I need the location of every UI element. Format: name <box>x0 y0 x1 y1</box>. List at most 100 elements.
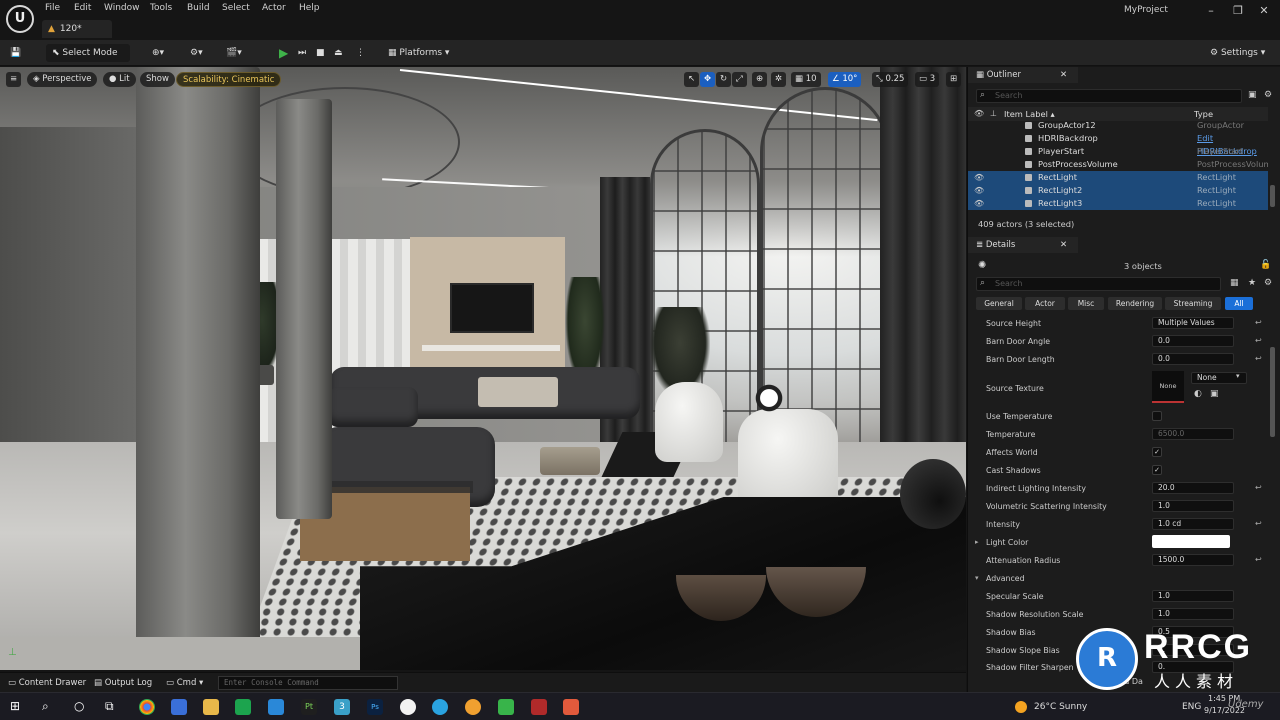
outliner-row[interactable]: PlayerStart PlayerStart <box>968 145 1268 158</box>
more-options-icon[interactable]: ⋮ <box>356 44 365 62</box>
app-icon[interactable] <box>498 699 514 715</box>
grid-snap-button[interactable]: ▦ 10 <box>791 72 821 87</box>
app-icon[interactable] <box>171 699 187 715</box>
chrome-icon[interactable] <box>139 699 155 715</box>
perspective-button[interactable]: ◈ Perspective <box>27 72 98 87</box>
task-view-icon[interactable]: ⧉ <box>105 699 114 714</box>
light-gizmo-icon[interactable] <box>745 382 793 414</box>
telegram-icon[interactable] <box>432 699 448 715</box>
lock-icon[interactable]: 🔓 <box>1260 260 1271 270</box>
light-color-swatch[interactable] <box>1152 535 1230 548</box>
expand-arrow-icon[interactable]: ▸ <box>975 538 979 546</box>
menu-tools[interactable]: Tools <box>150 3 172 13</box>
lit-button[interactable]: ● Lit <box>103 72 136 87</box>
level-tab[interactable]: ▲ 120* <box>42 20 112 38</box>
outliner-row[interactable]: 👁 RectLight3 RectLight <box>968 197 1268 210</box>
scalability-badge[interactable]: Scalability: Cinematic <box>176 72 282 87</box>
show-button[interactable]: Show <box>140 72 175 87</box>
barn-door-length-field[interactable]: 0.0 <box>1152 353 1234 365</box>
stop-icon[interactable]: ■ <box>316 44 325 62</box>
level-viewport[interactable]: ⊥ ≡ ◈ Perspective ● Lit Show Scalability… <box>0 67 966 670</box>
shadow-resolution-field[interactable]: 1.0 <box>1152 608 1234 620</box>
camera-speed-button[interactable]: ▭ 3 <box>915 72 940 87</box>
scale-snap-button[interactable]: ⤡ 0.25 <box>872 72 909 87</box>
menu-edit[interactable]: Edit <box>74 3 91 13</box>
category-all[interactable]: All <box>1225 297 1253 310</box>
menu-actor[interactable]: Actor <box>262 3 286 13</box>
eye-icon[interactable]: 👁 <box>974 197 984 210</box>
outliner-row[interactable]: HDRIBackdrop Edit HDRIBackdrop <box>968 132 1268 156</box>
category-streaming[interactable]: Streaming <box>1165 297 1221 310</box>
unreal-logo-icon[interactable]: U <box>6 5 34 33</box>
app-icon[interactable] <box>268 699 284 715</box>
outliner-row[interactable]: 👁 RectLight RectLight <box>968 171 1268 184</box>
select-mode-button[interactable]: ⬉ Select Mode ▾ <box>46 44 130 76</box>
use-temperature-checkbox[interactable] <box>1152 411 1162 421</box>
reset-icon[interactable]: ↩ <box>1255 483 1262 492</box>
minimize-icon[interactable]: – <box>1201 4 1221 17</box>
cmd-button[interactable]: ▭ Cmd ▾ <box>166 678 203 688</box>
outliner-row[interactable]: GroupActor12 GroupActor <box>968 121 1268 132</box>
category-general[interactable]: General <box>976 297 1022 310</box>
menu-window[interactable]: Window <box>104 3 140 13</box>
blueprint-icon[interactable]: ⚙▾ <box>190 44 203 62</box>
tab-details[interactable]: ≣ Details ✕ <box>968 237 1078 253</box>
step-icon[interactable]: ⏭ <box>298 44 306 62</box>
menu-select[interactable]: Select <box>222 3 250 13</box>
cast-shadows-checkbox[interactable]: ✓ <box>1152 465 1162 475</box>
camtasia-icon[interactable] <box>235 699 251 715</box>
reset-icon[interactable]: ↩ <box>1255 354 1262 363</box>
source-height-field[interactable]: Multiple Values <box>1152 317 1234 329</box>
app-icon[interactable] <box>563 699 579 715</box>
close-icon[interactable]: ✕ <box>1254 4 1274 17</box>
folder-icon[interactable]: ▣ <box>1248 90 1257 100</box>
details-scrollbar[interactable] <box>1270 347 1275 437</box>
category-actor[interactable]: Actor <box>1025 297 1065 310</box>
texture-thumbnail[interactable]: None <box>1152 371 1184 403</box>
intensity-field[interactable]: 1.0 cd <box>1152 518 1234 530</box>
gear-icon[interactable]: ⚙ <box>1264 90 1272 100</box>
outliner-row[interactable]: PostProcessVolume PostProcessVolum <box>968 158 1268 171</box>
outliner-row[interactable]: 👁 RectLight2 RectLight <box>968 184 1268 197</box>
cinematics-icon[interactable]: 🎬▾ <box>226 44 242 62</box>
scale-tool-icon[interactable]: ⤢ <box>732 72 747 87</box>
reset-icon[interactable]: ↩ <box>1255 318 1262 327</box>
unreal-engine-icon[interactable] <box>400 699 416 715</box>
eject-icon[interactable]: ⏏ <box>334 44 343 62</box>
language-indicator[interactable]: ENG <box>1182 702 1201 712</box>
photoshop-icon[interactable]: Ps <box>367 699 383 715</box>
content-drawer-button[interactable]: ▭ Content Drawer <box>8 678 86 688</box>
menu-file[interactable]: File <box>45 3 60 13</box>
surface-snap-icon[interactable]: ✲ <box>771 72 787 87</box>
outliner-scrollbar[interactable] <box>1270 185 1275 207</box>
platforms-button[interactable]: ▦ Platforms ▾ <box>388 44 449 62</box>
attenuation-radius-field[interactable]: 1500.0 <box>1152 554 1234 566</box>
pycharm-icon[interactable]: Pt <box>301 699 317 715</box>
gear-icon[interactable]: ⚙ <box>1264 278 1272 288</box>
reset-icon[interactable]: ↩ <box>1255 555 1262 564</box>
play-icon[interactable]: ▶ <box>279 44 288 62</box>
temperature-field[interactable]: 6500.0 <box>1152 428 1234 440</box>
app-icon[interactable] <box>465 699 481 715</box>
search-icon[interactable]: ⌕ <box>42 699 49 714</box>
tab-outliner[interactable]: ▦ Outliner ✕ <box>968 67 1078 83</box>
translate-tool-icon[interactable]: ✥ <box>700 72 716 87</box>
settings-button[interactable]: ⚙ Settings ▾ <box>1210 44 1265 62</box>
save-icon[interactable]: 💾 <box>10 44 21 62</box>
category-misc[interactable]: Misc <box>1068 297 1104 310</box>
menu-help[interactable]: Help <box>299 3 320 13</box>
specular-scale-field[interactable]: 1.0 <box>1152 590 1234 602</box>
reset-icon[interactable]: ↩ <box>1255 336 1262 345</box>
collapse-arrow-icon[interactable]: ▾ <box>975 574 979 582</box>
close-tab-icon[interactable]: ✕ <box>1060 70 1067 80</box>
barn-door-angle-field[interactable]: 0.0 <box>1152 335 1234 347</box>
output-log-button[interactable]: ▤ Output Log <box>94 678 152 688</box>
weather-text[interactable]: 26°C Sunny <box>1034 702 1087 712</box>
file-explorer-icon[interactable] <box>203 699 219 715</box>
item-label-header[interactable]: Item Label ▴ <box>1004 109 1055 119</box>
section-advanced[interactable]: Advanced <box>986 574 1025 583</box>
affects-world-checkbox[interactable]: ✓ <box>1152 447 1162 457</box>
close-tab-icon[interactable]: ✕ <box>1060 240 1067 250</box>
add-actor-icon[interactable]: ⊕▾ <box>152 44 164 62</box>
star-icon[interactable]: ★ <box>1248 278 1256 288</box>
